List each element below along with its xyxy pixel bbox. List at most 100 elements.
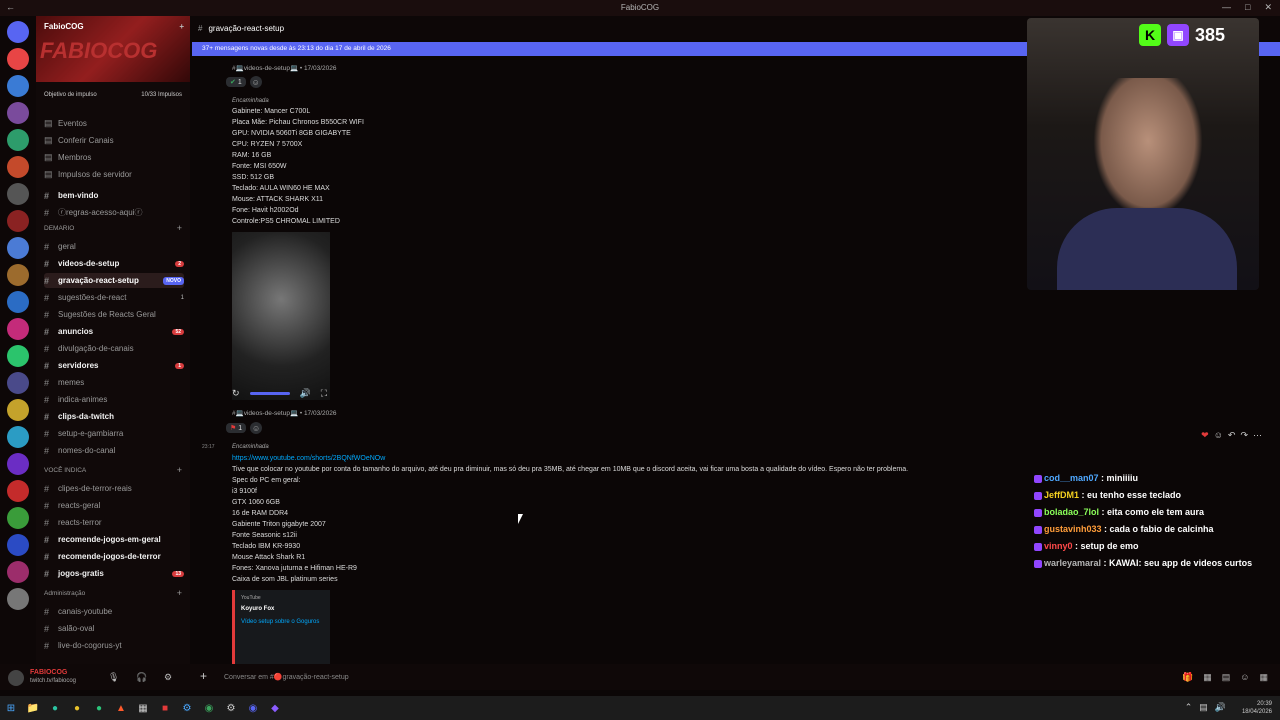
category-admin[interactable]: Administração + — [44, 588, 184, 598]
channel-item[interactable]: # reacts-geral — [44, 498, 184, 513]
embed-title[interactable]: Vídeo setup sobre o Goguros — [241, 617, 324, 628]
add-channel-icon[interactable]: + — [177, 588, 182, 598]
server-header[interactable]: FabioCOG + — [36, 16, 190, 36]
attach-icon[interactable]: + — [200, 669, 207, 683]
channel-item[interactable]: # jogos-gratis 13 — [44, 566, 184, 581]
edge-icon[interactable]: ● — [44, 703, 66, 714]
channel-item[interactable]: # bem-vindo — [44, 188, 184, 203]
browser-icon[interactable]: ● — [88, 703, 110, 714]
channel-item[interactable]: # anuncios 52 — [44, 324, 184, 339]
channel-item[interactable]: # geral — [44, 239, 184, 254]
channel-item[interactable]: # reacts-terror — [44, 515, 184, 530]
server-icon[interactable] — [7, 480, 29, 502]
channel-item[interactable]: # live-do-cogorus-yt — [44, 638, 184, 653]
server-icon[interactable] — [7, 588, 29, 610]
channel-item[interactable]: # clips-da-twitch — [44, 409, 184, 424]
channel-item[interactable]: # memes — [44, 375, 184, 390]
server-icon[interactable] — [7, 210, 29, 232]
emoji-icon[interactable]: ☺ — [1214, 430, 1223, 441]
sticker-icon[interactable]: ▤ — [1222, 672, 1231, 683]
server-icon[interactable] — [7, 183, 29, 205]
volume-slider[interactable] — [249, 392, 290, 395]
clock[interactable]: 20:39 18/04/2026 — [1242, 700, 1272, 716]
app-icon[interactable]: ■ — [154, 703, 176, 714]
server-icon[interactable] — [7, 75, 29, 97]
steam-icon[interactable]: ⚙ — [176, 703, 198, 714]
channel-item[interactable]: # indica-animes — [44, 392, 184, 407]
category-indica[interactable]: VOCÊ INDICA + — [44, 465, 184, 475]
network-icon[interactable]: ▤ — [1199, 702, 1208, 713]
embed-author[interactable]: Koyuro Fox — [241, 606, 324, 612]
category-demario[interactable]: DEMARIO + — [44, 223, 184, 233]
headphones-icon[interactable]: 🎧 — [136, 672, 147, 683]
server-icon[interactable] — [7, 291, 29, 313]
more-icon[interactable]: ⋯ — [1253, 430, 1262, 441]
server-icon[interactable] — [7, 507, 29, 529]
gear-icon[interactable]: ⚙ — [164, 672, 172, 683]
reaction-flag[interactable]: ⚑ 1 — [226, 423, 247, 433]
server-icon[interactable] — [7, 21, 29, 43]
server-icon[interactable] — [7, 48, 29, 70]
discord-icon[interactable]: ◉ — [242, 703, 264, 714]
channel-item[interactable]: # gravação-react-setup NOVO — [44, 273, 184, 288]
server-icon[interactable] — [7, 264, 29, 286]
reply-icon[interactable]: ↶ — [1228, 430, 1236, 441]
channel-item[interactable]: # nomes-do-canal — [44, 443, 184, 458]
nav-item[interactable]: ▤ Membros — [44, 150, 184, 165]
forward-source[interactable]: #💻videos-de-setup💻 • 17/03/2026 — [232, 409, 336, 417]
brave-icon[interactable]: ▲ — [110, 703, 132, 714]
server-icon[interactable] — [7, 534, 29, 556]
video-attachment[interactable] — [232, 232, 330, 400]
channel-item[interactable]: # divulgação-de-canais — [44, 341, 184, 356]
channel-item[interactable]: # recomende-jogos-em-geral — [44, 532, 184, 547]
maximize-button[interactable]: □ — [1245, 2, 1250, 13]
reaction-check[interactable]: ✔ 1 — [226, 77, 246, 87]
nav-item[interactable]: ▤ Impulsos de servidor — [44, 167, 184, 182]
apps-icon[interactable]: ▦ — [1259, 672, 1268, 683]
chevron-up-icon[interactable]: ⌃ — [1185, 702, 1193, 713]
server-icon[interactable] — [7, 102, 29, 124]
channel-item[interactable]: # sugestões-de-react 1 — [44, 290, 184, 305]
channel-item[interactable]: # salão-oval — [44, 621, 184, 636]
server-icon[interactable] — [7, 561, 29, 583]
heart-icon[interactable]: ❤ — [1201, 430, 1209, 441]
microphone-icon[interactable]: 🎙 — [108, 672, 119, 683]
forward-icon[interactable]: ↷ — [1240, 430, 1248, 441]
server-icon[interactable] — [7, 426, 29, 448]
server-icon[interactable] — [7, 399, 29, 421]
settings-icon[interactable]: ⚙ — [220, 703, 242, 714]
start-icon[interactable]: ⊞ — [0, 703, 22, 714]
folder-icon[interactable]: 📁 — [22, 703, 44, 714]
nav-item[interactable]: ▤ Conferir Canais — [44, 133, 184, 148]
server-icon[interactable] — [7, 453, 29, 475]
volume-icon[interactable]: 🔊 — [1215, 702, 1226, 713]
add-channel-icon[interactable]: + — [177, 465, 182, 475]
server-icon[interactable] — [7, 237, 29, 259]
channel-item[interactable]: # videos-de-setup 2 — [44, 256, 184, 271]
channel-item[interactable]: # clipes-de-terror-reais — [44, 481, 184, 496]
gift-icon[interactable]: 🎁 — [1182, 672, 1193, 683]
app-icon[interactable]: ▦ — [132, 703, 154, 714]
avatar[interactable] — [8, 670, 24, 686]
youtube-link[interactable]: https://www.youtube.com/shorts/2BQNfWOeN… — [232, 455, 385, 462]
server-icon[interactable] — [7, 372, 29, 394]
message-input[interactable]: Conversar em #🔴gravação-react-setup — [224, 673, 349, 681]
channel-item[interactable]: # servidores 1 — [44, 358, 184, 373]
channel-item[interactable]: # Sugestões de Reacts Geral — [44, 307, 184, 322]
volume-icon[interactable]: 🔊 — [300, 388, 311, 399]
server-icon[interactable] — [7, 318, 29, 340]
channel-item[interactable]: # recomende-jogos-de-terror — [44, 549, 184, 564]
youtube-embed[interactable]: YouTube Koyuro Fox Vídeo setup sobre o G… — [232, 590, 330, 664]
server-icon[interactable] — [7, 129, 29, 151]
server-icon[interactable] — [7, 345, 29, 367]
server-icon[interactable] — [7, 156, 29, 178]
add-reaction-icon[interactable]: ☺ — [249, 76, 262, 88]
invite-icon[interactable]: + — [179, 22, 184, 31]
channel-item[interactable]: # ⓡregras-acesso-aquiⓡ — [44, 205, 184, 220]
add-reaction-icon[interactable]: ☺ — [250, 422, 263, 434]
minimize-button[interactable]: — — [1222, 2, 1231, 13]
replay-icon[interactable]: ↻ — [232, 388, 240, 399]
fullscreen-icon[interactable]: ⛶ — [321, 388, 327, 399]
chrome-icon[interactable]: ● — [66, 703, 88, 714]
close-button[interactable]: ✕ — [1264, 2, 1272, 13]
